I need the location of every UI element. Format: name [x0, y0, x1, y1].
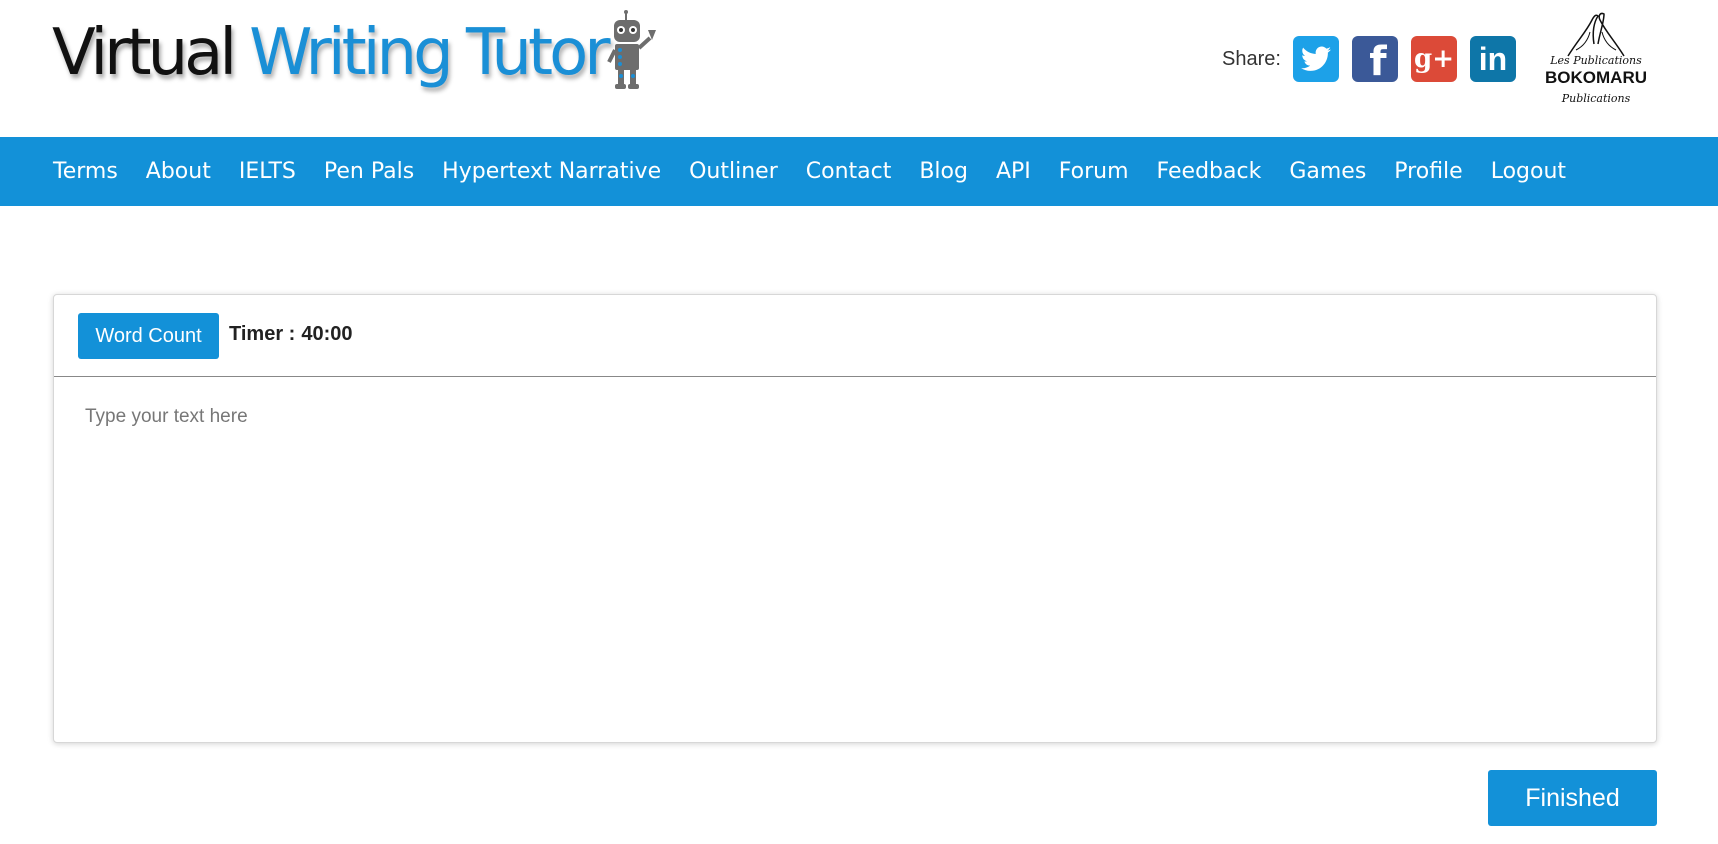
logo-text-virtual: Virtual [52, 16, 237, 90]
facebook-icon[interactable]: f [1352, 36, 1398, 85]
nav-item-hypertext-narrative[interactable]: Hypertext Narrative [442, 159, 661, 184]
nav-item-profile[interactable]: Profile [1394, 159, 1462, 184]
word-count-button[interactable]: Word Count [78, 313, 219, 359]
nav-item-api[interactable]: API [996, 159, 1031, 184]
robot-icon [607, 10, 656, 89]
nav-item-outliner[interactable]: Outliner [689, 159, 778, 184]
nav-item-logout[interactable]: Logout [1491, 159, 1566, 184]
nav-item-pen-pals[interactable]: Pen Pals [324, 159, 414, 184]
timer-value: 40:00 [301, 323, 353, 345]
writing-panel: Word Count Timer :40:00 [53, 294, 1657, 743]
share-label: Share: [1222, 48, 1281, 70]
twitter-bird-icon [1301, 46, 1331, 71]
publisher-bottom-text: Publications [1561, 92, 1631, 105]
nav-item-blog[interactable]: Blog [919, 159, 968, 184]
nav-item-about[interactable]: About [146, 159, 211, 184]
nav-item-forum[interactable]: Forum [1059, 159, 1129, 184]
birds-logo-icon [1567, 12, 1625, 57]
nav-item-contact[interactable]: Contact [806, 159, 892, 184]
publisher-top-text: Les Publications [1550, 54, 1642, 67]
essay-textarea[interactable] [54, 378, 1656, 742]
publisher-logo[interactable]: Les Publications BOKOMARU Publications [1536, 10, 1656, 108]
logo-text-writing-tutor: Writing Tutor [249, 16, 610, 90]
timer: Timer :40:00 [229, 323, 352, 346]
finished-button[interactable]: Finished [1488, 770, 1657, 826]
timer-label: Timer : [229, 323, 296, 345]
publisher-name: BOKOMARU [1545, 68, 1647, 87]
nav-item-terms[interactable]: Terms [53, 159, 118, 184]
linkedin-glyph: in [1478, 40, 1508, 77]
google-plus-glyph: g+ [1414, 44, 1454, 74]
twitter-icon[interactable] [1293, 36, 1339, 82]
editor-toolbar: Word Count Timer :40:00 [54, 295, 1656, 377]
nav-item-games[interactable]: Games [1289, 159, 1366, 184]
site-header: Virtual Writing Tutor Share: f g+ in Les… [0, 0, 1718, 137]
nav-item-ielts[interactable]: IELTS [239, 159, 296, 184]
nav-item-feedback[interactable]: Feedback [1157, 159, 1262, 184]
main-nav: Terms About IELTS Pen Pals Hypertext Nar… [0, 137, 1718, 206]
facebook-glyph: f [1369, 39, 1387, 85]
google-plus-icon[interactable]: g+ [1411, 36, 1457, 82]
site-logo[interactable]: Virtual Writing Tutor [52, 8, 611, 98]
linkedin-icon[interactable]: in [1470, 36, 1516, 82]
